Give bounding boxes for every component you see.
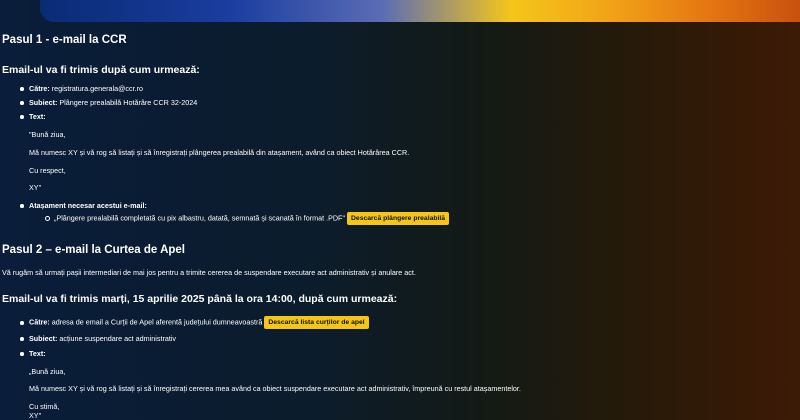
email-text-line: XY" xyxy=(29,411,42,420)
subject-value: acțiune suspendare act administrativ xyxy=(59,334,177,343)
bullet xyxy=(20,87,24,91)
bullet xyxy=(20,115,24,119)
step2-title: Pasul 2 – e-mail la Curtea de Apel xyxy=(2,244,186,256)
text-label: Text: xyxy=(29,349,46,358)
step2-text-label: Text: xyxy=(29,349,46,358)
download-complaint-button[interactable]: Descarcă plângere prealabilă xyxy=(347,212,450,225)
step1-title: Pasul 1 - e-mail la CCR xyxy=(2,34,127,46)
bullet xyxy=(20,204,24,208)
step1-to: Către: registratura.generala@ccr.ro xyxy=(29,84,143,93)
step2-subtitle: Email-ul va fi trimis marți, 15 aprilie … xyxy=(2,293,398,305)
step1-subtitle: Email-ul va fi trimis după cum urmează: xyxy=(2,64,200,76)
to-value: adresa de email a Curții de Apel aferent… xyxy=(51,317,263,327)
email-text-line: „Bună ziua, xyxy=(29,367,66,376)
bullet xyxy=(20,101,24,105)
email-text-line: Cu respect, xyxy=(29,166,66,175)
step1-attachment: Atașament necesar acestui e-mail: xyxy=(29,201,147,210)
step2-intro: Vă rugăm să urmați pașii intermediari de… xyxy=(2,268,416,277)
email-text-line: XY" xyxy=(29,183,42,192)
bullet xyxy=(20,321,24,325)
subject-label: Subiect: xyxy=(29,98,58,107)
email-text-line: "Bună ziua, xyxy=(29,130,66,139)
email-text-line: Cu stimă, xyxy=(29,402,60,411)
sub-bullet xyxy=(45,216,50,221)
subject-value: Plângere prealabilă Hotărâre CCR 32-2024 xyxy=(59,98,198,107)
attachment-label: Atașament necesar acestui e-mail: xyxy=(29,201,147,210)
bullet xyxy=(20,352,24,356)
to-label: Către: xyxy=(29,317,50,327)
to-label: Către: xyxy=(29,84,50,93)
email-text-line: Mă numesc XY și vă rog să listați și să … xyxy=(29,148,410,157)
step1-subject: Subiect: Plângere prealabilă Hotărâre CC… xyxy=(29,98,197,107)
step2-subject: Subiect: acțiune suspendare act administ… xyxy=(29,334,176,343)
top-banner xyxy=(40,0,800,22)
to-value: registratura.generala@ccr.ro xyxy=(51,84,143,93)
step2-to: Către: adresa de email a Curții de Apel … xyxy=(29,316,369,329)
attachment-item: „Plângere prealabilă completată cu pix a… xyxy=(54,212,450,225)
text-label: Text: xyxy=(29,112,46,121)
step1-text-label: Text: xyxy=(29,112,46,121)
attachment-text: „Plângere prealabilă completată cu pix a… xyxy=(54,213,345,223)
bullet xyxy=(20,337,24,341)
download-courts-list-button[interactable]: Descarcă lista curților de apel xyxy=(264,316,369,329)
email-text-line: Mă numesc XY și vă rog să listați și să … xyxy=(29,384,521,393)
subject-label: Subiect: xyxy=(29,334,58,343)
